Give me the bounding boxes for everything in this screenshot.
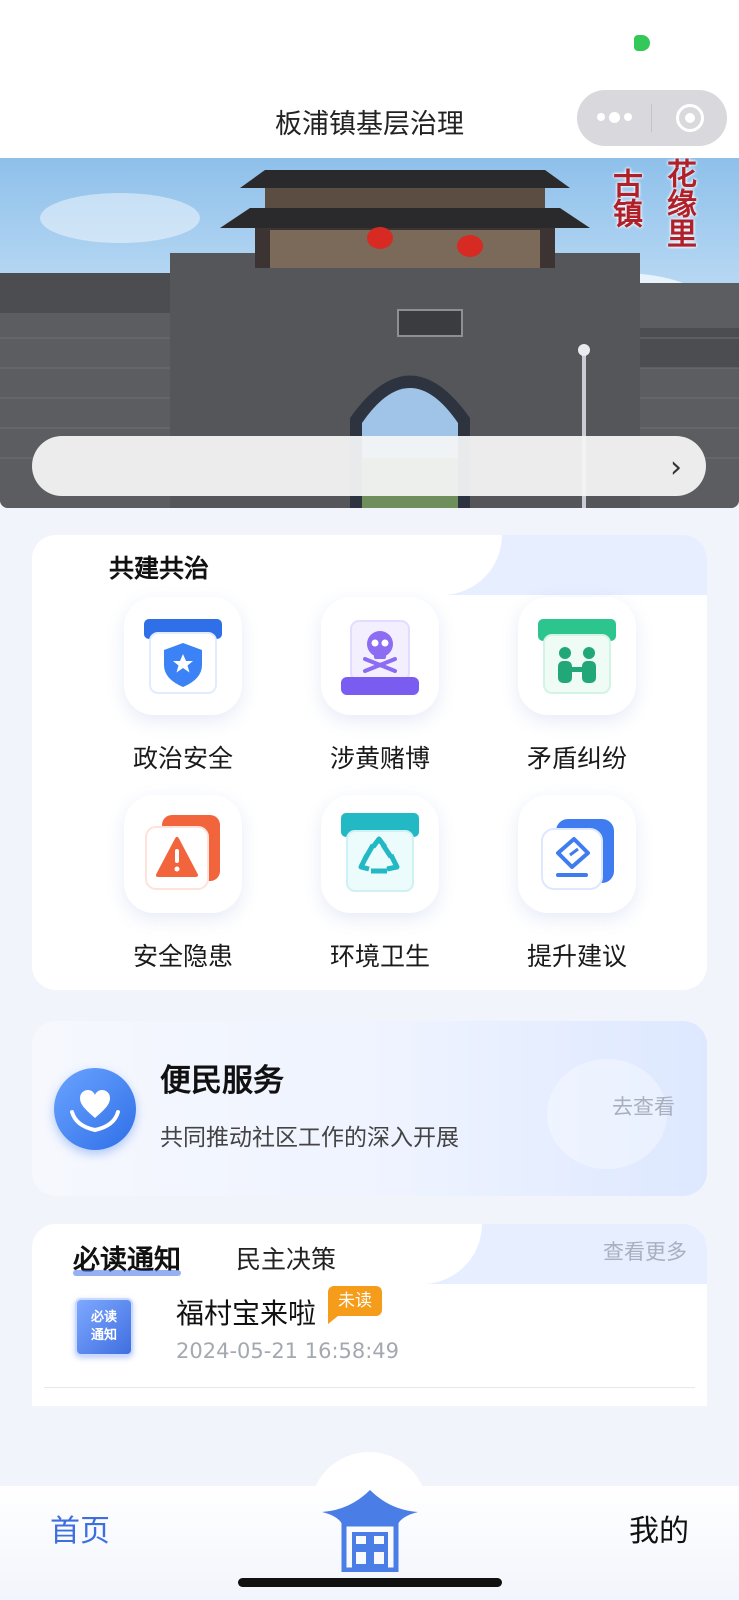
tab-required-notices[interactable]: 必读通知 [73,1238,181,1277]
go-view-link[interactable]: 去查看 [612,1091,675,1121]
convenience-service-card[interactable]: 便民服务 共同推动社区工作的深入开展 去查看 [32,1021,707,1196]
grid-item-label: 安全隐患 [132,942,233,971]
thumbnail-text: 通知 [90,1328,117,1343]
grid-item-pornography-gambling[interactable]: 涉黄赌博 [290,597,470,775]
grid-item-safety-hazards[interactable]: 安全隐患 [93,795,273,973]
notice-bar[interactable]: › [32,436,706,496]
card-header-decoration [32,535,502,595]
grid-item-label: 提升建议 [526,942,627,971]
home-indicator [238,1578,502,1587]
tab-home[interactable]: 首页 [50,1506,110,1550]
section-title: 共建共治 [109,554,210,583]
battery-icon [634,35,650,51]
suggestion-edit-icon [518,795,636,913]
mini-program-capsule [577,90,727,146]
status-bar [0,0,739,88]
notice-thumbnail: 必读 通知 [75,1298,133,1356]
grid-item-political-security[interactable]: 政治安全 [93,597,273,775]
recycle-icon [321,795,439,913]
tab-democratic-decisions[interactable]: 民主决策 [236,1240,336,1276]
tab-mine[interactable]: 我的 [629,1506,689,1550]
banner-carousel[interactable]: 花缘里 古镇 › [0,158,739,508]
grid-item-label: 矛盾纠纷 [526,744,627,773]
service-subtitle: 共同推动社区工作的深入开展 [160,1125,459,1151]
service-title: 便民服务 [160,1063,284,1099]
grid-item-sanitation[interactable]: 环境卫生 [290,795,470,973]
grid-item-label: 涉黄赌博 [329,744,430,773]
notices-card: 必读通知 民主决策 查看更多 必读 通知 福村宝来啦 未读 2024-05-21… [32,1224,707,1406]
divider [44,1387,695,1388]
center-pavilion-icon[interactable] [320,1486,420,1573]
shield-star-icon [124,597,242,715]
thumbnail-text: 必读 [90,1310,117,1325]
unread-badge: 未读 [328,1286,382,1324]
notice-timestamp: 2024-05-21 16:58:49 [176,1339,400,1363]
chevron-right-icon: › [670,450,682,485]
nav-bar: 板浦镇基层治理 [0,88,739,158]
more-options-icon[interactable] [577,111,651,123]
banner-calligraphy-left: 古镇 [607,168,642,228]
grid-item-label: 政治安全 [132,744,233,773]
grid-item-disputes[interactable]: 矛盾纠纷 [487,597,667,775]
skull-icon [321,597,439,715]
grid-item-suggestions[interactable]: 提升建议 [487,795,667,973]
view-more-link[interactable]: 查看更多 [603,1236,687,1266]
grid-item-label: 环境卫生 [329,942,430,971]
notice-title: 福村宝来啦 [176,1297,317,1330]
people-conflict-icon [518,597,636,715]
warning-icon [124,795,242,913]
heart-hands-icon [54,1068,136,1150]
banner-calligraphy-right: 花缘里 [661,158,696,248]
governance-card: 共建共治 政治安全 涉黄赌博 矛盾纠纷 安全隐患 环境卫生 提升建议 [32,535,707,990]
close-mini-program-icon[interactable] [652,104,727,132]
